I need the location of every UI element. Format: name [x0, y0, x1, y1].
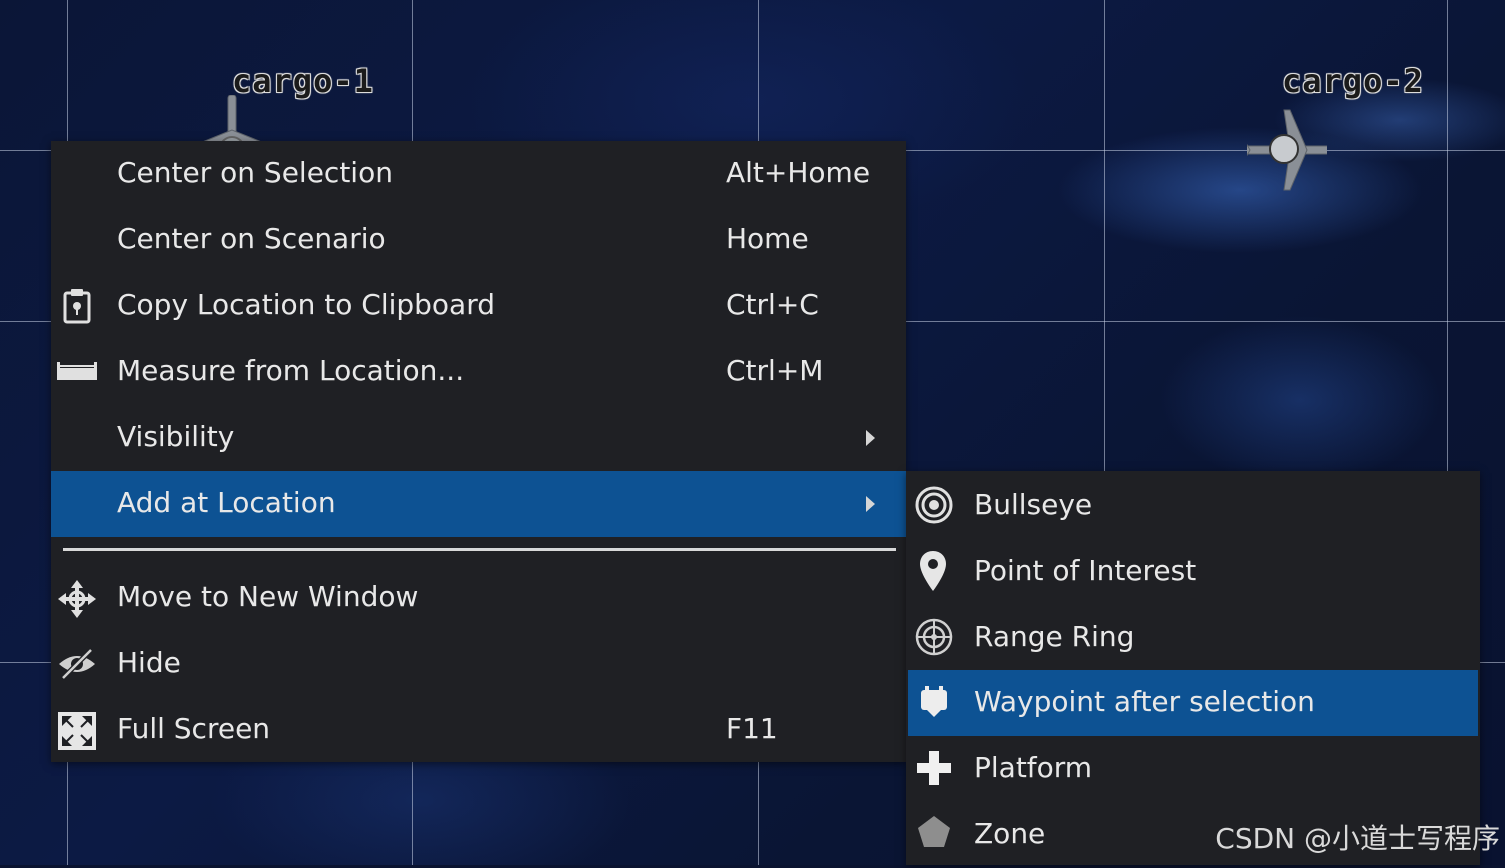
range-ring-icon: [914, 617, 954, 657]
menu-item-label: Copy Location to Clipboard: [117, 288, 495, 321]
submenu-item-waypoint-after-selection[interactable]: Waypoint after selection: [908, 670, 1478, 736]
menu-item-label: Measure from Location...: [117, 354, 465, 387]
submenu-item-label: Platform: [974, 751, 1093, 784]
ruler-icon: [55, 359, 99, 385]
context-menu: Center on Selection Alt+Home Center on S…: [51, 141, 906, 762]
submenu-item-label: Waypoint after selection: [974, 685, 1315, 718]
menu-item-hide[interactable]: Hide: [51, 631, 906, 697]
menu-item-label: Center on Scenario: [117, 222, 386, 255]
menu-item-label: Add at Location: [117, 486, 336, 519]
submenu-arrow-icon: [866, 496, 875, 512]
waypoint-icon: [916, 684, 952, 720]
aircraft-icon[interactable]: [1247, 95, 1327, 205]
menu-item-label: Full Screen: [117, 712, 271, 745]
menu-item-shortcut: F11: [726, 712, 778, 745]
fullscreen-icon: [57, 711, 97, 751]
menu-item-measure-from-location[interactable]: Measure from Location... Ctrl+M: [51, 339, 906, 405]
map-pin-icon: [918, 549, 948, 593]
submenu-item-label: Range Ring: [974, 620, 1135, 653]
plus-icon: [914, 748, 954, 788]
move-icon: [57, 579, 97, 619]
menu-item-label: Visibility: [117, 420, 235, 453]
watermark: CSDN @小道士写程序: [1215, 822, 1500, 855]
menu-item-label: Move to New Window: [117, 580, 419, 613]
add-at-location-submenu: Bullseye Point of Interest Range Ring Wa…: [906, 471, 1480, 865]
clipboard-icon: [61, 287, 93, 325]
submenu-item-bullseye[interactable]: Bullseye: [906, 473, 1480, 539]
menu-item-label: Center on Selection: [117, 156, 393, 189]
menu-item-shortcut: Ctrl+M: [726, 354, 824, 387]
menu-item-add-at-location[interactable]: Add at Location: [51, 471, 906, 537]
submenu-item-range-ring[interactable]: Range Ring: [906, 605, 1480, 671]
hide-eye-icon: [57, 647, 97, 681]
submenu-item-label: Bullseye: [974, 488, 1093, 521]
menu-item-center-on-scenario[interactable]: Center on Scenario Home: [51, 207, 906, 273]
menu-item-label: Hide: [117, 646, 181, 679]
menu-item-visibility[interactable]: Visibility: [51, 405, 906, 471]
submenu-item-point-of-interest[interactable]: Point of Interest: [906, 539, 1480, 605]
pentagon-icon: [916, 814, 952, 850]
menu-item-shortcut: Home: [726, 222, 809, 255]
menu-item-shortcut: Alt+Home: [726, 156, 871, 189]
menu-item-shortcut: Ctrl+C: [726, 288, 819, 321]
submenu-item-label: Point of Interest: [974, 554, 1197, 587]
menu-item-full-screen[interactable]: Full Screen F11: [51, 697, 906, 763]
submenu-item-platform[interactable]: Platform: [906, 736, 1480, 802]
menu-item-copy-location[interactable]: Copy Location to Clipboard Ctrl+C: [51, 273, 906, 339]
menu-item-center-on-selection[interactable]: Center on Selection Alt+Home: [51, 141, 906, 207]
submenu-item-label: Zone: [974, 817, 1046, 850]
bullseye-icon: [914, 485, 954, 525]
menu-separator: [63, 548, 896, 551]
submenu-arrow-icon: [866, 430, 875, 446]
menu-item-move-to-new-window[interactable]: Move to New Window: [51, 565, 906, 631]
